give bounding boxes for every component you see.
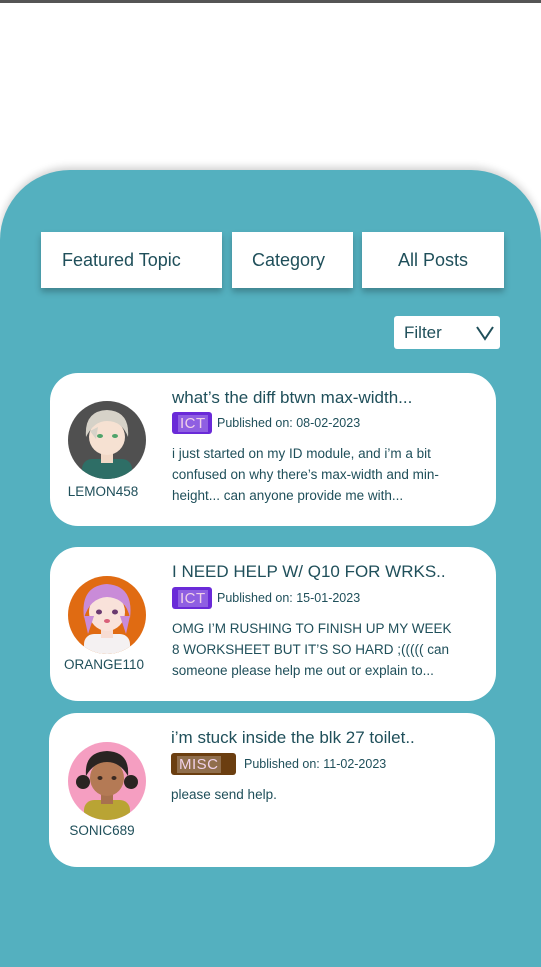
published-date: Published on: 11-02-2023	[244, 757, 387, 771]
tab-all-posts-label: All Posts	[398, 249, 469, 270]
post-title[interactable]: i’m stuck inside the blk 27 toilet..	[171, 728, 415, 748]
filter-dropdown[interactable]: Filter	[394, 316, 500, 349]
tag-badge[interactable]: MISC	[171, 753, 236, 775]
username[interactable]: ORANGE110	[49, 657, 159, 672]
tab-featured-topic-label: Featured Topic	[62, 249, 181, 270]
post-title[interactable]: I NEED HELP W/ Q10 FOR WRKS..	[172, 562, 446, 582]
tab-featured-topic[interactable]: Featured Topic	[41, 232, 222, 288]
chevron-down-icon	[476, 326, 494, 341]
tab-category-label: Category	[252, 249, 326, 270]
tag-label: MISC	[177, 755, 221, 773]
post-excerpt: please send help.	[171, 787, 277, 802]
tab-category[interactable]: Category	[232, 232, 353, 288]
avatar[interactable]	[68, 401, 146, 479]
avatar[interactable]	[68, 576, 146, 654]
avatar[interactable]	[68, 742, 146, 820]
username[interactable]: SONIC689	[47, 823, 157, 838]
published-date: Published on: 08-02-2023	[217, 416, 361, 430]
username[interactable]: LEMON458	[48, 484, 158, 499]
published-date: Published on: 15-01-2023	[217, 591, 361, 605]
tag-label: ICT	[178, 414, 208, 432]
tag-badge[interactable]: ICT	[172, 412, 212, 434]
filter-label: Filter	[404, 322, 442, 342]
post-excerpt: i just started on my ID module, and i’m …	[172, 446, 439, 503]
tag-badge[interactable]: ICT	[172, 587, 212, 609]
post-title[interactable]: what’s the diff btwn max-width...	[172, 388, 412, 408]
tag-label: ICT	[178, 589, 208, 607]
post-excerpt: OMG I’M RUSHING TO FINISH UP MY WEEK 8 W…	[172, 621, 452, 678]
top-divider	[0, 0, 541, 3]
tab-all-posts[interactable]: All Posts	[362, 232, 504, 288]
